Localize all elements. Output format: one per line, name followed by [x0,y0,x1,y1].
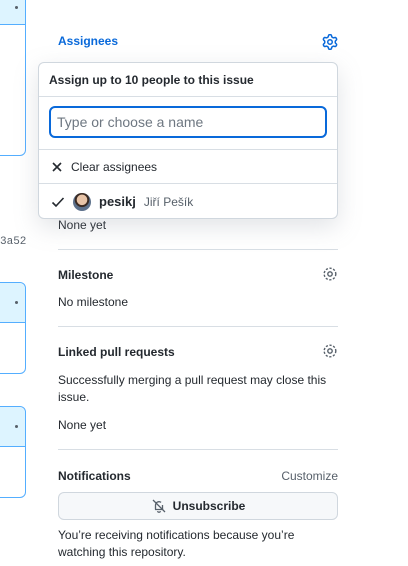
card-header [0,283,25,323]
customize-link[interactable]: Customize [281,469,338,483]
milestone-section: Milestone No milestone [58,266,338,309]
timeline-card [0,406,26,498]
user-login: pesikj [99,194,136,209]
user-fullname: Jiří Pešík [143,194,194,209]
gear-icon[interactable] [322,266,338,282]
linked-prs-title[interactable]: Linked pull requests [58,345,338,359]
unsubscribe-button[interactable]: Unsubscribe [58,492,338,520]
timeline-card [0,0,26,156]
card-header [0,0,25,25]
divider [58,326,338,327]
assignee-search-input[interactable] [49,106,327,138]
divider [58,249,338,250]
assignees-title[interactable]: Assignees [58,34,338,48]
avatar [73,192,91,211]
unsubscribe-label: Unsubscribe [172,499,246,513]
clear-assignees-item[interactable]: Clear assignees [39,150,337,184]
check-icon [51,196,65,207]
timeline-card [0,282,26,374]
linked-prs-description: Successfully merging a pull request may … [58,373,327,404]
clear-assignees-label: Clear assignees [71,159,158,174]
assignees-value: None yet [58,218,107,232]
linked-prs-section: Linked pull requests Successfully mergin… [58,343,338,435]
commit-sha[interactable]: 3a52 [0,236,26,248]
close-icon [52,161,62,172]
popover-search [39,97,337,150]
kebab-menu-icon[interactable] [15,301,18,304]
milestone-value: No milestone [58,295,129,309]
linked-prs-value: None yet [58,418,107,432]
user-option[interactable]: pesikj Jiří Pešík [39,184,337,219]
assignee-popover: Assign up to 10 people to this issue Cle… [38,62,338,219]
divider [58,449,338,450]
gear-icon[interactable] [322,34,338,50]
gear-icon[interactable] [322,343,338,359]
bell-slash-icon [152,499,166,513]
kebab-menu-icon[interactable] [15,425,18,428]
milestone-title[interactable]: Milestone [58,268,338,282]
kebab-menu-icon[interactable] [15,6,18,9]
card-header [0,407,25,447]
notifications-reason: You’re receiving notifications because y… [58,528,295,559]
popover-header: Assign up to 10 people to this issue [39,63,337,97]
